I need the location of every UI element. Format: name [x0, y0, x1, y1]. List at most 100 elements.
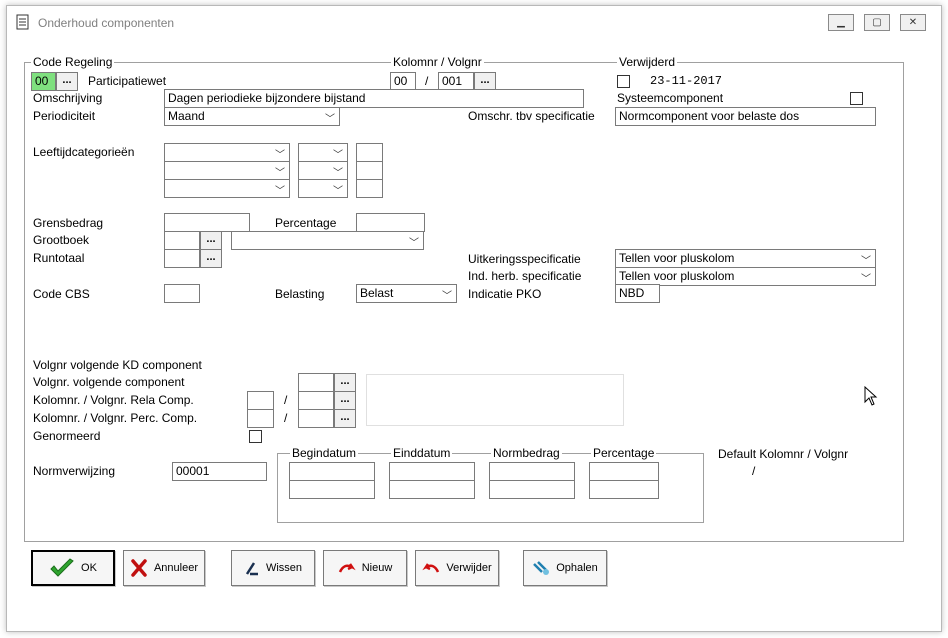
close-button[interactable]: ✕ — [900, 14, 926, 31]
chevron-down-icon: ﹀ — [861, 256, 871, 267]
wissen-label: Wissen — [265, 562, 303, 574]
nieuw-button[interactable]: Nieuw — [323, 550, 407, 586]
perc-separator: / — [284, 411, 288, 425]
leeftijd-sub-select-3[interactable]: ﹀ — [298, 179, 348, 198]
ind-herb-specificatie-value: Tellen voor pluskolom — [619, 269, 735, 283]
default-kolomnr-separator: / — [752, 464, 756, 478]
systeemcomponent-checkbox[interactable] — [850, 92, 863, 105]
begindatum-header: Begindatum — [290, 446, 359, 460]
runtotaal-lookup-button[interactable]: ... — [200, 249, 222, 268]
ind-herb-specificatie-label: Ind. herb. specificatie — [468, 269, 582, 283]
uitkeringsspecificatie-label: Uitkeringsspecificatie — [468, 252, 581, 266]
verwijderd-date: 23-11-2017 — [650, 74, 723, 88]
new-arrow-icon — [338, 563, 356, 573]
perc-kolomnr-input[interactable] — [247, 409, 274, 428]
normbedrag-input-2[interactable] — [489, 480, 575, 499]
cancel-x-icon — [131, 559, 147, 577]
maximize-button[interactable]: ▢ — [864, 14, 890, 31]
begindatum-input-2[interactable] — [289, 480, 375, 499]
chevron-down-icon: ﹀ — [333, 150, 343, 161]
grootboek-select[interactable]: ﹀ — [231, 231, 424, 250]
leeftijd-select-1[interactable]: ﹀ — [164, 143, 290, 162]
code-cbs-input[interactable] — [164, 284, 200, 303]
ok-button[interactable]: OK — [31, 550, 115, 586]
belasting-label: Belasting — [275, 287, 325, 301]
normverwijzing-input[interactable]: 00001 — [172, 462, 267, 481]
percentage-header: Percentage — [591, 446, 657, 460]
rela-kolomnr-input[interactable] — [247, 391, 274, 410]
delete-arrow-icon — [422, 563, 440, 573]
chevron-down-icon: ﹀ — [333, 168, 343, 179]
norm-percentage-input-1[interactable] — [589, 462, 659, 481]
norm-percentage-input-2[interactable] — [589, 480, 659, 499]
periodiciteit-label: Periodiciteit — [33, 109, 96, 123]
close-icon: ✕ — [908, 17, 918, 28]
omschrijving-label: Omschrijving — [33, 91, 103, 105]
grensbedrag-input[interactable] — [164, 213, 250, 232]
perc-volgnr-input[interactable] — [298, 409, 334, 428]
rela-lookup-button[interactable]: ... — [334, 391, 356, 410]
kolomnr-separator: / — [425, 74, 429, 88]
minimize-icon: ▁ — [837, 17, 845, 28]
volgnr-volgende-component-label: Volgnr. volgende component — [33, 375, 185, 389]
fetch-icon — [533, 561, 550, 575]
leeftijd-value-3[interactable] — [356, 179, 383, 198]
mouse-cursor-icon — [864, 386, 878, 406]
einddatum-input-2[interactable] — [389, 480, 475, 499]
chevron-down-icon: ﹀ — [409, 238, 419, 249]
grootboek-lookup-button[interactable]: ... — [200, 231, 222, 250]
chevron-down-icon: ﹀ — [442, 291, 452, 302]
wissen-button[interactable]: Wissen — [231, 550, 315, 586]
code-regeling-label: Code Regeling — [31, 55, 115, 69]
volgende-component-input[interactable] — [298, 373, 334, 392]
verwijderd-checkbox[interactable] — [617, 75, 630, 88]
chevron-down-icon: ﹀ — [325, 114, 335, 125]
omschr-specificatie-input[interactable]: Normcomponent voor belaste dos — [615, 107, 876, 126]
kolomnr-label: Kolomnr / Volgnr — [391, 55, 484, 69]
leeftijd-select-3[interactable]: ﹀ — [164, 179, 290, 198]
volgende-component-lookup-button[interactable]: ... — [334, 373, 356, 392]
percentage-input[interactable] — [356, 213, 425, 232]
minimize-button[interactable]: ▁ — [828, 14, 854, 31]
systeemcomponent-label: Systeemcomponent — [617, 91, 724, 105]
leeftijd-sub-select-1[interactable]: ﹀ — [298, 143, 348, 162]
ophalen-button[interactable]: Ophalen — [523, 550, 607, 586]
code-regeling-lookup-button[interactable]: ... — [56, 72, 78, 91]
maximize-icon: ▢ — [872, 17, 882, 28]
leeftijd-value-1[interactable] — [356, 143, 383, 162]
leeftijd-value-2[interactable] — [356, 161, 383, 180]
verwijder-button[interactable]: Verwijder — [415, 550, 499, 586]
omschrijving-input[interactable]: Dagen periodieke bijzondere bijstand — [164, 89, 584, 108]
periodiciteit-select[interactable]: Maand ﹀ — [164, 107, 340, 126]
default-kolomnr-label: Default Kolomnr / Volgnr — [718, 447, 849, 461]
chevron-down-icon: ﹀ — [275, 186, 285, 197]
grootboek-input[interactable] — [164, 231, 200, 250]
rela-volgnr-input[interactable] — [298, 391, 334, 410]
uitkeringsspecificatie-value: Tellen voor pluskolom — [619, 251, 735, 265]
chevron-down-icon: ﹀ — [333, 186, 343, 197]
genormeerd-label: Genormeerd — [33, 429, 101, 443]
normbedrag-header: Normbedrag — [491, 446, 562, 460]
leeftijd-select-2[interactable]: ﹀ — [164, 161, 290, 180]
begindatum-input-1[interactable] — [289, 462, 375, 481]
uitkeringsspecificatie-select[interactable]: Tellen voor pluskolom ﹀ — [615, 249, 876, 268]
indicatie-pko-input[interactable]: NBD — [615, 284, 660, 303]
einddatum-input-1[interactable] — [389, 462, 475, 481]
leeftijd-sub-select-2[interactable]: ﹀ — [298, 161, 348, 180]
belasting-select[interactable]: Belast ﹀ — [356, 284, 457, 303]
rela-comp-label: Kolomnr. / Volgnr. Rela Comp. — [33, 393, 194, 407]
perc-lookup-button[interactable]: ... — [334, 409, 356, 428]
chevron-down-icon: ﹀ — [275, 150, 285, 161]
normbedrag-input-1[interactable] — [489, 462, 575, 481]
annuleer-button[interactable]: Annuleer — [123, 550, 205, 586]
genormeerd-checkbox[interactable] — [249, 430, 262, 443]
indicatie-pko-label: Indicatie PKO — [468, 287, 542, 301]
runtotaal-input[interactable] — [164, 249, 200, 268]
chevron-down-icon: ﹀ — [275, 168, 285, 179]
eraser-icon — [245, 562, 258, 576]
percentage-label: Percentage — [275, 216, 337, 230]
checkmark-icon — [50, 558, 74, 577]
component-description-panel — [366, 374, 624, 426]
code-regeling-input[interactable]: 00 — [31, 72, 56, 91]
einddatum-header: Einddatum — [391, 446, 453, 460]
